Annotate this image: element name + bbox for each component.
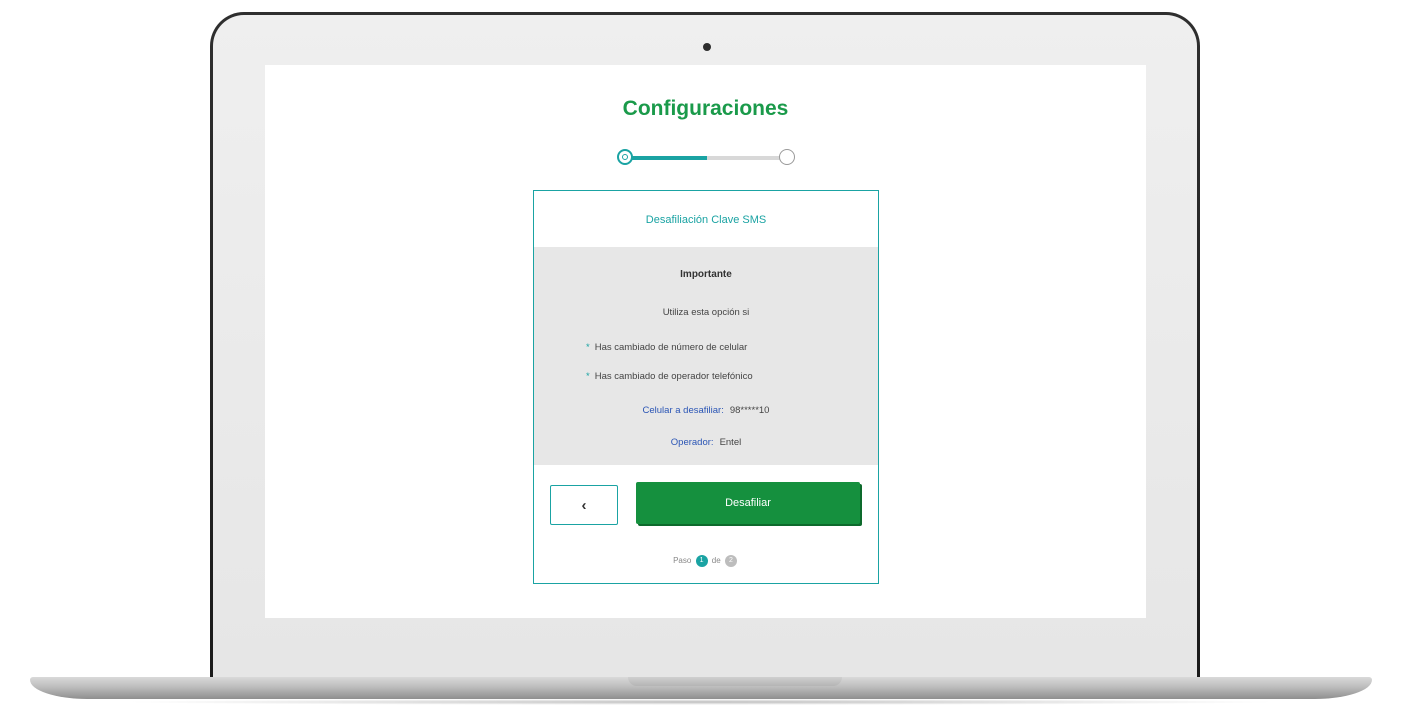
unsubscribe-button[interactable]: Desafiliar — [636, 482, 860, 524]
chevron-left-icon: ‹ — [581, 496, 587, 514]
asterisk-icon: * — [586, 371, 590, 382]
laptop-shadow — [120, 699, 1282, 705]
progress-stepper — [617, 149, 797, 167]
important-info-box: Importante Utiliza esta opción si * Has c… — [534, 247, 878, 465]
camera-icon — [703, 43, 711, 51]
laptop-lid: Configuraciones Desafiliación Clave SMS … — [210, 12, 1200, 680]
laptop-bezel: Configuraciones Desafiliación Clave SMS … — [213, 15, 1197, 677]
step-prefix: Paso — [673, 556, 692, 566]
page-title: Configuraciones — [622, 97, 789, 120]
operator-label: Operador: — [670, 437, 714, 448]
asterisk-icon: * — [586, 342, 590, 353]
phone-label: Celular a desafiliar: — [642, 405, 724, 416]
bullet-text: Has cambiado de número de celular — [594, 342, 748, 353]
phone-row: Celular a desafiliar: 98*****10 — [534, 405, 878, 416]
unsubscribe-card: Desafiliación Clave SMS Importante Utili… — [533, 190, 879, 584]
current-step-badge: 1 — [695, 555, 708, 567]
info-title: Importante — [680, 269, 732, 280]
list-item: * Has cambiado de número de celular — [586, 342, 747, 353]
total-steps-badge: 2 — [724, 555, 737, 567]
info-subtitle: Utiliza esta opción si — [662, 307, 750, 318]
stepper-progress-fill — [627, 156, 707, 160]
operator-row: Operador: Entel — [534, 437, 878, 448]
card-actions: ‹ Desafiliar — [550, 482, 862, 526]
step-2-indicator — [779, 149, 795, 165]
back-button[interactable]: ‹ — [550, 485, 618, 525]
step-separator: de — [711, 556, 721, 566]
card-title: Desafiliación Clave SMS — [645, 214, 767, 226]
phone-value: 98*****10 — [729, 405, 770, 416]
bullet-text: Has cambiado de operador telefónico — [594, 371, 753, 382]
operator-value: Entel — [719, 437, 742, 448]
laptop-screen: Configuraciones Desafiliación Clave SMS … — [265, 65, 1146, 618]
laptop-base — [30, 677, 1372, 699]
list-item: * Has cambiado de operador telefónico — [586, 371, 753, 382]
laptop-mockup: Configuraciones Desafiliación Clave SMS … — [0, 0, 1402, 706]
laptop-hinge-notch — [628, 677, 842, 686]
step-counter: Paso 1 de 2 — [534, 555, 878, 567]
stepper-track — [627, 156, 787, 160]
step-1-indicator — [617, 149, 633, 165]
